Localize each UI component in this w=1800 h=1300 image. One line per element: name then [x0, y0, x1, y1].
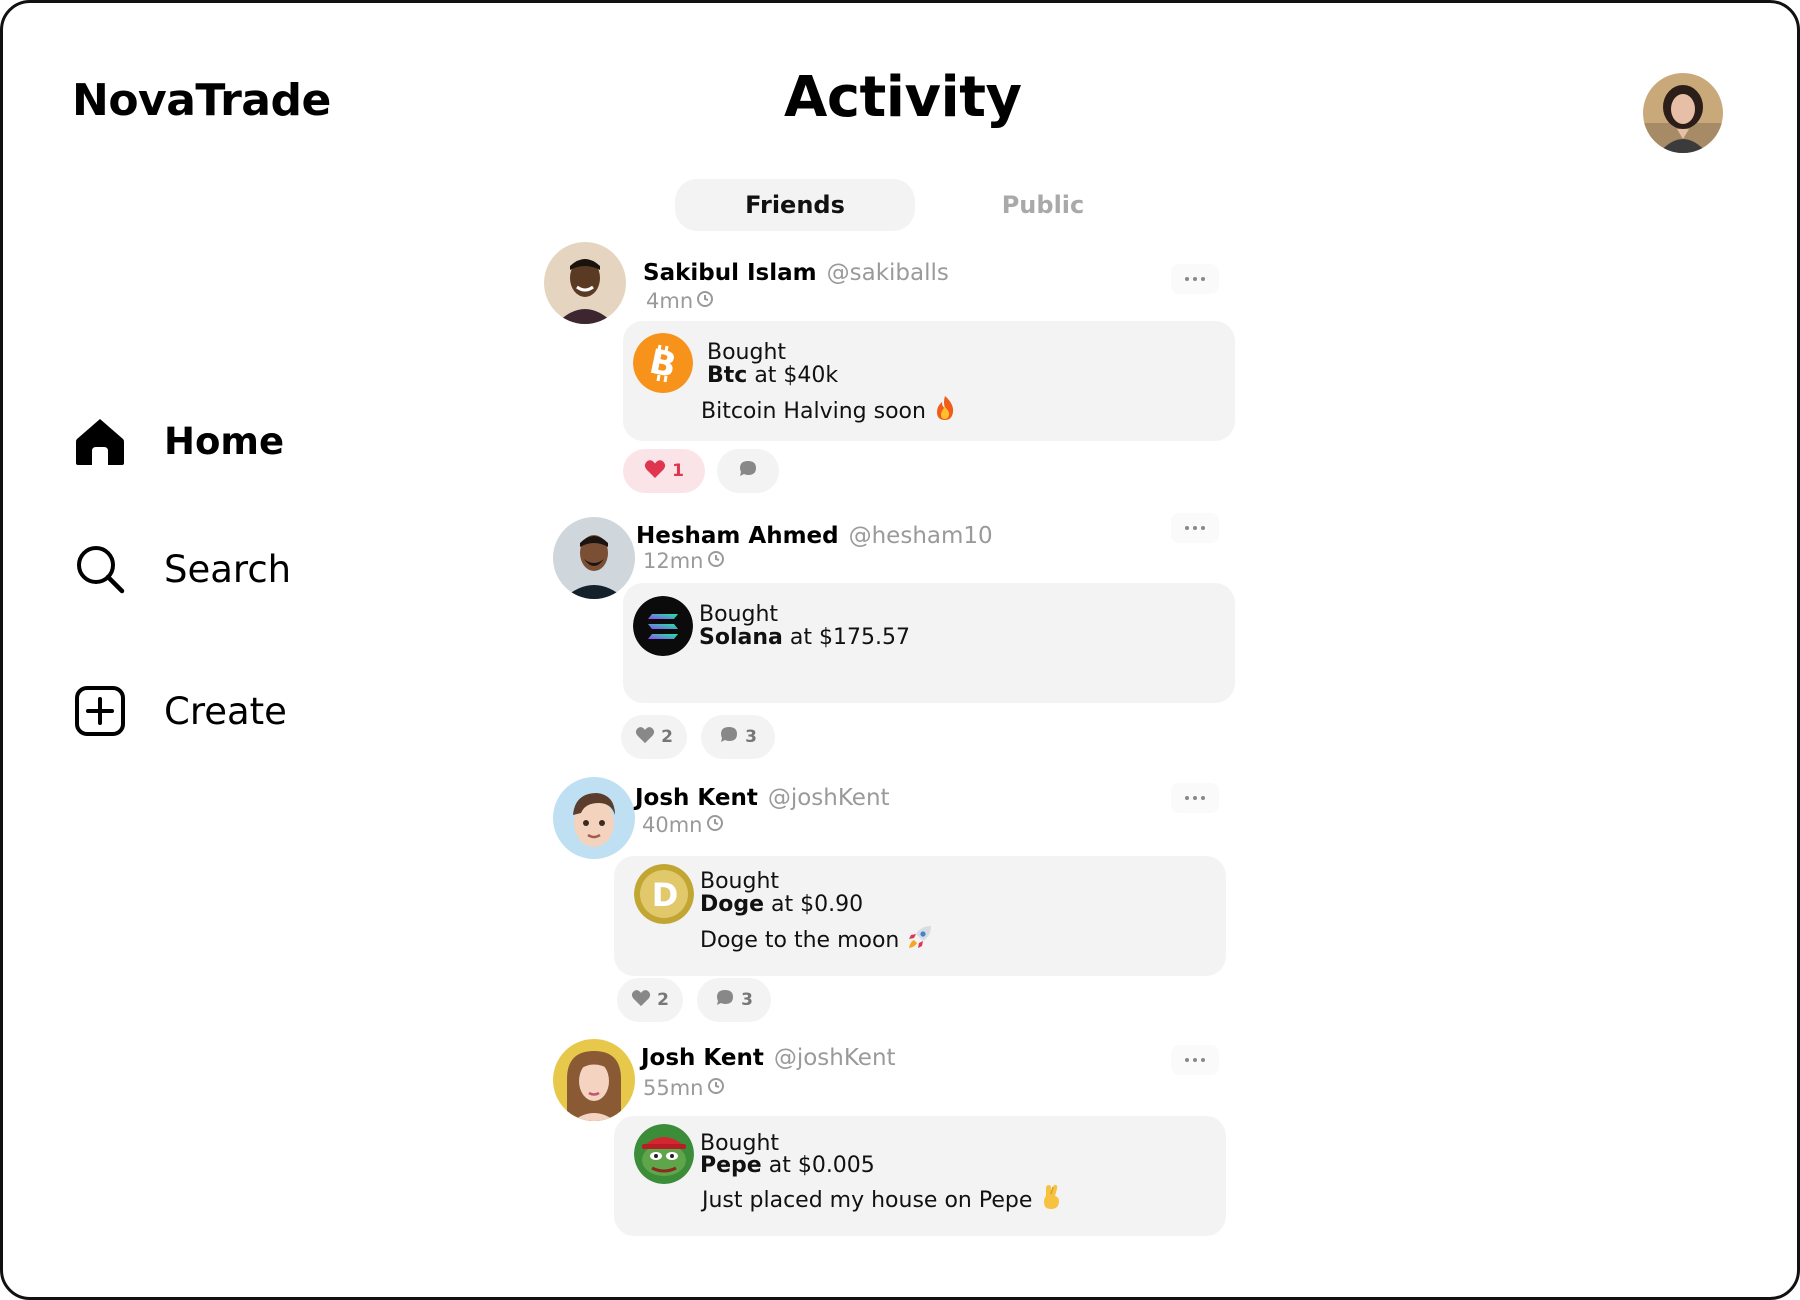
- heart-icon: [631, 989, 651, 1012]
- solana-icon: [633, 596, 693, 656]
- sidebar-item-label: Create: [164, 689, 287, 733]
- search-icon: [72, 541, 128, 597]
- clock-icon: [707, 549, 725, 573]
- author-name: Josh Kent: [641, 1045, 764, 1071]
- author-handle[interactable]: @hesham10: [849, 523, 993, 549]
- rocket-icon: [907, 924, 933, 956]
- profile-avatar[interactable]: [1643, 73, 1723, 153]
- app-window: NovaTrade Activity Home Search Create Fr…: [0, 0, 1800, 1300]
- plus-square-icon: [72, 683, 128, 739]
- coin-name[interactable]: Pepe: [700, 1153, 762, 1178]
- home-icon: [72, 413, 128, 469]
- author-name: Sakibul Islam: [643, 260, 817, 286]
- more-options-button[interactable]: [1171, 783, 1219, 813]
- fire-icon: [934, 395, 956, 427]
- post-author[interactable]: Hesham Ahmed @hesham10: [636, 523, 993, 549]
- trade-detail: Pepe at $0.005: [700, 1154, 875, 1178]
- trade-price: at $40k: [754, 363, 839, 388]
- sidebar-item-create[interactable]: Create: [72, 683, 287, 739]
- heart-icon: [635, 726, 655, 749]
- post-caption: Just placed my house on Pepe: [702, 1187, 1033, 1213]
- heart-icon: [644, 459, 666, 484]
- author-name: Josh Kent: [635, 785, 758, 811]
- trade-price: at $0.90: [771, 892, 864, 917]
- avatar[interactable]: [553, 1039, 635, 1121]
- post-time: 55mn: [643, 1076, 725, 1100]
- comment-button[interactable]: 3: [701, 715, 775, 759]
- more-options-button[interactable]: [1171, 513, 1219, 543]
- trade-price: at $0.005: [768, 1153, 875, 1178]
- dogecoin-icon: D: [634, 864, 694, 924]
- avatar[interactable]: [553, 777, 635, 859]
- trade-card[interactable]: Bought Pepe at $0.005 Just placed my hou…: [614, 1116, 1226, 1236]
- avatar[interactable]: [553, 517, 635, 599]
- post-text: Bitcoin Halving soon: [701, 395, 956, 427]
- brand-logo[interactable]: NovaTrade: [72, 75, 331, 126]
- more-options-button[interactable]: [1171, 1045, 1219, 1075]
- post-text: Doge to the moon: [700, 924, 933, 956]
- trade-action: Bought: [707, 340, 787, 365]
- comment-button[interactable]: 3: [697, 978, 771, 1022]
- time-text: 4mn: [646, 289, 694, 313]
- post-caption: Bitcoin Halving soon: [701, 398, 926, 424]
- post-author[interactable]: Josh Kent @joshKent: [635, 785, 890, 811]
- author-name: Hesham Ahmed: [636, 523, 839, 549]
- trade-price: at $175.57: [789, 625, 910, 650]
- like-button[interactable]: 1: [623, 449, 705, 493]
- trade-detail: Doge at $0.90: [700, 893, 863, 917]
- like-count: 2: [657, 990, 669, 1010]
- sidebar-item-home[interactable]: Home: [72, 413, 284, 469]
- comment-icon: [719, 725, 739, 750]
- svg-text:D: D: [652, 876, 679, 914]
- post-time: 40mn: [642, 813, 724, 837]
- author-handle[interactable]: @joshKent: [774, 1045, 896, 1071]
- more-options-button[interactable]: [1171, 264, 1219, 294]
- post-author[interactable]: Sakibul Islam @sakiballs: [643, 260, 949, 286]
- comment-icon: [738, 459, 758, 484]
- crossed-fingers-icon: [1040, 1184, 1062, 1216]
- tab-friends[interactable]: Friends: [675, 179, 915, 231]
- coin-name[interactable]: Btc: [707, 363, 747, 388]
- tab-public[interactable]: Public: [963, 179, 1123, 231]
- like-button[interactable]: 2: [617, 978, 683, 1022]
- trade-detail: Solana at $175.57: [699, 626, 910, 650]
- post-author[interactable]: Josh Kent @joshKent: [641, 1045, 896, 1071]
- comment-button[interactable]: [717, 449, 779, 493]
- trade-action: Bought: [700, 869, 780, 894]
- sidebar-item-label: Home: [164, 419, 285, 463]
- clock-icon: [706, 813, 724, 837]
- post-time: 12mn: [643, 549, 725, 573]
- bitcoin-icon: B: [633, 333, 693, 393]
- trade-detail: Btc at $40k: [707, 364, 838, 388]
- comment-icon: [715, 988, 735, 1013]
- clock-icon: [696, 289, 714, 313]
- like-count: 2: [661, 727, 673, 747]
- pepe-icon: [634, 1124, 694, 1184]
- clock-icon: [707, 1076, 725, 1100]
- post-time: 4mn: [646, 289, 714, 313]
- like-count: 1: [672, 461, 684, 481]
- author-handle[interactable]: @sakiballs: [827, 260, 949, 286]
- sidebar-item-search[interactable]: Search: [72, 541, 291, 597]
- time-text: 12mn: [643, 549, 704, 573]
- like-button[interactable]: 2: [621, 715, 687, 759]
- sidebar-item-label: Search: [164, 547, 292, 591]
- author-handle[interactable]: @joshKent: [768, 785, 890, 811]
- trade-card[interactable]: B Bought Btc at $40k Bitcoin Halving soo…: [623, 321, 1235, 441]
- time-text: 55mn: [643, 1076, 704, 1100]
- post-caption: Doge to the moon: [700, 927, 900, 953]
- time-text: 40mn: [642, 813, 703, 837]
- avatar[interactable]: [544, 242, 626, 324]
- trade-card[interactable]: D Bought Doge at $0.90 Doge to the moon: [614, 856, 1226, 976]
- coin-name[interactable]: Doge: [700, 892, 764, 917]
- post-text: Just placed my house on Pepe: [702, 1184, 1062, 1216]
- comment-count: 3: [741, 990, 753, 1010]
- page-title: Activity: [784, 65, 1022, 130]
- trade-action: Bought: [699, 602, 779, 627]
- coin-name[interactable]: Solana: [699, 625, 783, 650]
- comment-count: 3: [745, 727, 757, 747]
- trade-card[interactable]: Bought Solana at $175.57: [623, 583, 1235, 703]
